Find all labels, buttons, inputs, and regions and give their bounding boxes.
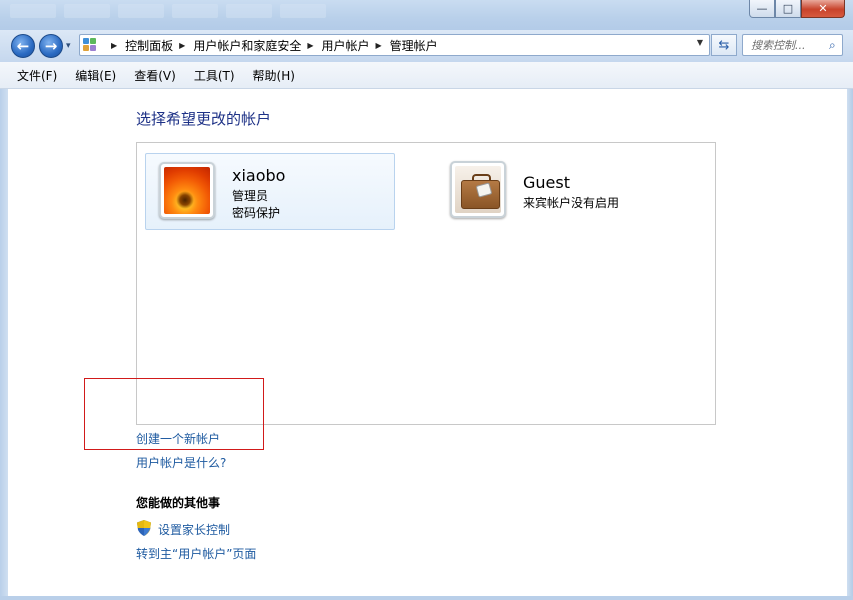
uac-shield-icon xyxy=(137,520,151,536)
other-tasks-heading: 您能做的其他事 xyxy=(136,496,221,510)
breadcrumb-manage-accounts[interactable]: 管理帐户 xyxy=(390,37,438,54)
account-tile-guest[interactable]: Guest 来宾帐户没有启用 xyxy=(437,153,687,230)
title-bar[interactable]: — □ ✕ xyxy=(0,0,853,31)
account-status: 来宾帐户没有启用 xyxy=(523,196,620,210)
breadcrumb: ▶ 控制面板 ▶ 用户帐户和家庭安全 ▶ 用户帐户 ▶ 管理帐户 xyxy=(105,37,438,54)
navigation-bar: ← → ▾ ▶ 控制面板 ▶ 用户帐户和家庭安全 ▶ 用户帐户 ▶ 管理帐户 ▼… xyxy=(0,30,853,62)
address-dropdown-icon[interactable]: ▼ xyxy=(697,38,703,47)
suitcase-avatar-icon xyxy=(450,161,506,218)
parental-controls-link[interactable]: 设置家长控制 xyxy=(158,521,230,538)
breadcrumb-user-accounts-family-safety[interactable]: 用户帐户和家庭安全 xyxy=(193,37,301,54)
search-box: ⌕ xyxy=(742,34,843,56)
window-frame-bottom xyxy=(0,596,853,600)
account-name: Guest xyxy=(523,173,570,192)
chevron-right-icon[interactable]: ▶ xyxy=(376,41,382,50)
search-icon[interactable]: ⌕ xyxy=(829,38,836,53)
breadcrumb-control-panel[interactable]: 控制面板 xyxy=(125,37,173,54)
close-button[interactable]: ✕ xyxy=(801,0,845,18)
main-user-accounts-page-link[interactable]: 转到主“用户帐户”页面 xyxy=(136,545,256,562)
background-taskbar-ghost xyxy=(10,4,326,18)
maximize-button[interactable]: □ xyxy=(775,0,801,18)
page-title: 选择希望更改的帐户 xyxy=(136,110,272,128)
menu-view[interactable]: 查看(V) xyxy=(126,67,184,84)
chevron-right-icon[interactable]: ▶ xyxy=(111,41,117,50)
forward-button[interactable]: → xyxy=(39,34,63,58)
window-frame-left xyxy=(0,88,8,600)
minimize-button[interactable]: — xyxy=(749,0,775,18)
account-tile-xiaobo[interactable]: xiaobo 管理员 密码保护 xyxy=(145,153,395,230)
menu-bar: 文件(F) 编辑(E) 查看(V) 工具(T) 帮助(H) xyxy=(0,62,853,89)
address-bar[interactable]: ▶ 控制面板 ▶ 用户帐户和家庭安全 ▶ 用户帐户 ▶ 管理帐户 ▼ xyxy=(79,34,710,56)
window-controls: — □ ✕ xyxy=(749,0,845,18)
account-type: 管理员 xyxy=(232,189,269,203)
window-frame-right xyxy=(847,88,853,600)
account-password-status: 密码保护 xyxy=(232,206,281,220)
recent-pages-dropdown[interactable]: ▾ xyxy=(66,41,71,51)
chevron-right-icon[interactable]: ▶ xyxy=(179,41,185,50)
create-new-account-link[interactable]: 创建一个新帐户 xyxy=(136,430,220,447)
menu-file[interactable]: 文件(F) xyxy=(9,67,65,84)
account-name: xiaobo xyxy=(232,166,286,185)
menu-tools[interactable]: 工具(T) xyxy=(186,67,243,84)
control-panel-icon xyxy=(83,38,99,52)
search-input[interactable] xyxy=(751,38,827,52)
breadcrumb-user-accounts[interactable]: 用户帐户 xyxy=(322,37,370,54)
what-is-user-account-link[interactable]: 用户帐户是什么? xyxy=(136,454,226,471)
menu-edit[interactable]: 编辑(E) xyxy=(67,67,124,84)
back-button[interactable]: ← xyxy=(11,34,35,58)
chevron-right-icon[interactable]: ▶ xyxy=(307,41,313,50)
flower-avatar-icon xyxy=(159,162,215,219)
refresh-button[interactable]: ⇆ xyxy=(711,34,737,56)
menu-help[interactable]: 帮助(H) xyxy=(245,67,303,84)
